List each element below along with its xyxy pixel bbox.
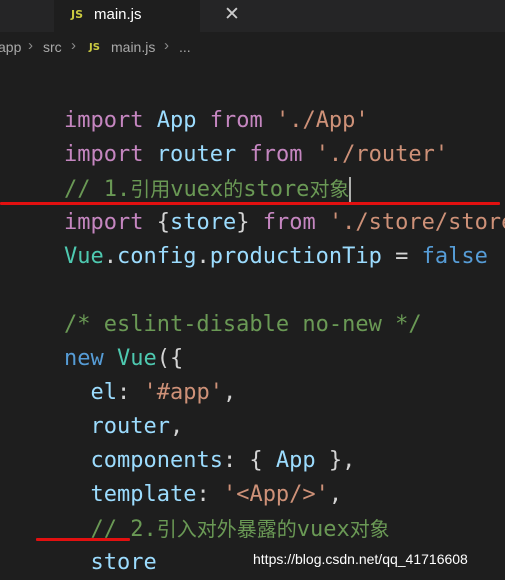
token-boolean: false (421, 244, 488, 269)
token-comment: 对象 (349, 517, 390, 541)
token-punctuation: , (222, 380, 237, 405)
breadcrumb-item-app[interactable]: app (0, 39, 21, 55)
token-comment: 引入对外暴露的 (156, 517, 297, 541)
watermark-url: https://blog.csdn.net/qq_41716608 (253, 551, 468, 567)
breadcrumb-item-ellipsis[interactable]: ... (179, 39, 191, 55)
code-line-comment: /* eslint-disable no-new */ (11, 274, 422, 337)
code-line: new Vue({ (11, 308, 183, 371)
token-punctuation: . (196, 244, 210, 269)
code-line-comment: // 2.引入对外暴露的vuex对象 (11, 478, 389, 542)
tab-main-js[interactable]: JS main.js ✕ (54, 0, 240, 32)
code-line: }) (11, 546, 90, 580)
breadcrumb-item-src[interactable]: src (43, 39, 62, 55)
breadcrumb-item-main-js[interactable]: main.js (111, 39, 155, 55)
code-line: import router from './router' (11, 104, 448, 167)
code-line: Vue.config.productionTip = false (11, 206, 488, 269)
token-variable: store (90, 550, 157, 575)
tab-label: main.js (94, 6, 142, 23)
breadcrumb: app › src › JS main.js › ... (0, 32, 505, 64)
chevron-right-icon: › (28, 37, 33, 54)
code-line-comment: // 1.引用vuex的store对象 (11, 138, 352, 203)
token-class: Vue (63, 244, 104, 269)
token-punctuation: . (103, 244, 117, 269)
annotation-underline (0, 202, 500, 205)
chevron-right-icon: › (71, 37, 76, 54)
close-icon[interactable]: ✕ (224, 3, 240, 25)
code-line: components: { App }, (11, 410, 355, 473)
annotation-underline (36, 538, 130, 541)
code-line: import App from './App' (11, 70, 369, 133)
code-line: router, (11, 376, 183, 439)
code-line: el: '#app', (11, 342, 236, 405)
code-line: template: '<App/>', (11, 444, 342, 507)
javascript-file-icon: JS (89, 42, 100, 53)
token-property: productionTip (209, 244, 382, 269)
tab-bar: JS main.js ✕ (0, 0, 505, 32)
chevron-right-icon: › (164, 37, 169, 54)
code-editor[interactable]: import App from './App' import router fr… (0, 64, 505, 580)
token-comment: vuex (296, 517, 350, 542)
javascript-file-icon: JS (71, 8, 84, 21)
code-line: import {store} from './store/store' (11, 172, 505, 235)
token-property: config (116, 244, 197, 269)
token-operator: = (381, 244, 422, 269)
